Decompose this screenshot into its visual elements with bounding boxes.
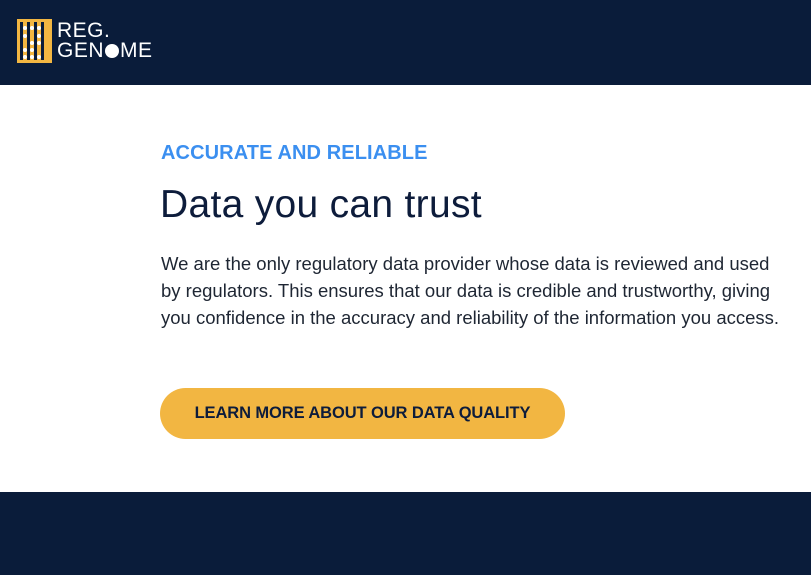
logo-gen-text: GEN [57,39,105,62]
section-title: Data you can trust [160,183,482,226]
section-description: We are the only regulatory data provider… [161,253,780,328]
section-eyebrow: ACCURATE AND RELIABLE [161,142,428,164]
reg-genome-logo[interactable]: REG. GEN ME [17,19,153,63]
logo-wordmark: REG. GEN ME [57,19,153,62]
learn-more-data-quality-button[interactable]: LEARN MORE ABOUT OUR DATA QUALITY [160,388,565,439]
logo-me-text: ME [120,39,153,62]
logo-line-genome: GEN ME [57,39,153,62]
logo-dot-icon [105,44,120,58]
logo-mark-icon [17,19,52,63]
logo-line-reg: REG. [57,19,111,42]
data-trust-section: ACCURATE AND RELIABLE Data you can trust… [0,85,811,492]
site-footer [0,492,811,575]
site-header: REG. GEN ME [0,0,811,85]
